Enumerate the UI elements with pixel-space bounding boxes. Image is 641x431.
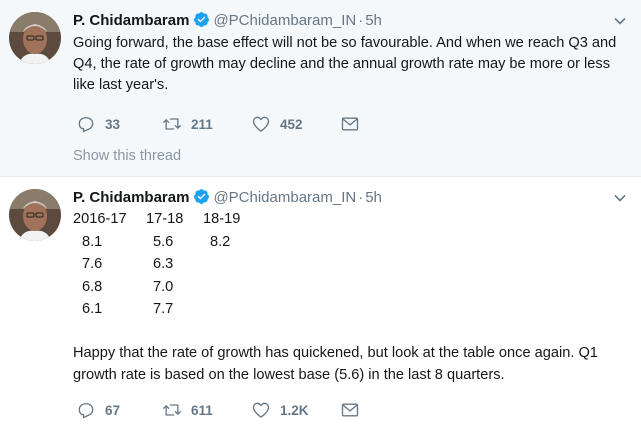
table-cell: 7.7 (153, 301, 174, 317)
table-cell: 8.1 (82, 233, 103, 250)
retweet-button[interactable]: 211 (162, 113, 213, 135)
reply-button[interactable]: 67 (76, 399, 120, 421)
verified-badge-icon (194, 189, 210, 204)
direct-message-button[interactable] (340, 113, 369, 135)
author-name[interactable]: P. Chidambaram (73, 189, 189, 206)
reply-count: 33 (105, 116, 121, 132)
separator-dot: · (358, 12, 364, 29)
retweet-icon (163, 118, 181, 130)
direct-message-button[interactable] (340, 399, 369, 421)
table-cell: 5.6 (153, 233, 174, 250)
timestamp[interactable]: 5h (365, 12, 382, 29)
like-count: 452 (280, 116, 303, 132)
retweet-count: 611 (191, 402, 213, 418)
retweet-count: 211 (191, 116, 213, 132)
tweet-header: P. Chidambaram @PChidambaram_IN · 5h (73, 11, 382, 31)
table-cell: 8.2 (210, 233, 231, 250)
tweet-2[interactable]: P. Chidambaram @PChidambaram_IN · 5h 2016-1… (0, 177, 641, 431)
reply-icon (78, 117, 94, 133)
separator-dot: · (358, 189, 364, 206)
author-name[interactable]: P. Chidambaram (73, 12, 189, 29)
author-handle[interactable]: @PChidambaram_IN (213, 12, 356, 29)
timestamp[interactable]: 5h (365, 189, 382, 206)
table-cell: 7.0 (153, 278, 174, 295)
table-header-cell: 18-19 (203, 211, 241, 227)
avatar[interactable] (9, 189, 61, 241)
heart-icon (252, 402, 270, 418)
table-cell: 7.6 (82, 256, 103, 272)
verified-badge-icon (194, 12, 210, 27)
tweet-text: Happy that the rate of growth has quicke… (73, 345, 598, 383)
avatar[interactable] (9, 12, 61, 64)
reply-button[interactable]: 33 (76, 113, 120, 135)
reply-count: 67 (105, 402, 121, 418)
envelope-icon (341, 403, 359, 417)
table-cell: 6.8 (82, 278, 103, 295)
reply-icon (78, 403, 94, 419)
table-cell: 6.3 (153, 256, 174, 272)
like-count: 1.2K (280, 402, 309, 418)
chevron-down-icon[interactable] (613, 191, 627, 205)
retweet-icon (163, 404, 181, 416)
heart-icon (252, 116, 270, 132)
like-button[interactable]: 1.2K (251, 399, 309, 421)
envelope-icon (341, 117, 359, 131)
table-cell: 6.1 (82, 301, 103, 317)
chevron-down-icon[interactable] (613, 14, 627, 28)
table-header-cell: 2016-17 (73, 211, 127, 227)
tweet-text: Going forward, the base effect will not … (73, 35, 617, 93)
retweet-button[interactable]: 611 (162, 399, 213, 421)
show-thread-link[interactable]: Show this thread (73, 148, 181, 164)
table-header-cell: 17-18 (146, 211, 184, 227)
author-handle[interactable]: @PChidambaram_IN (213, 189, 356, 206)
tweet-1[interactable]: P. Chidambaram @PChidambaram_IN · 5h Going … (0, 0, 641, 177)
tweet-header: P. Chidambaram @PChidambaram_IN · 5h (73, 188, 382, 208)
like-button[interactable]: 452 (251, 113, 303, 135)
